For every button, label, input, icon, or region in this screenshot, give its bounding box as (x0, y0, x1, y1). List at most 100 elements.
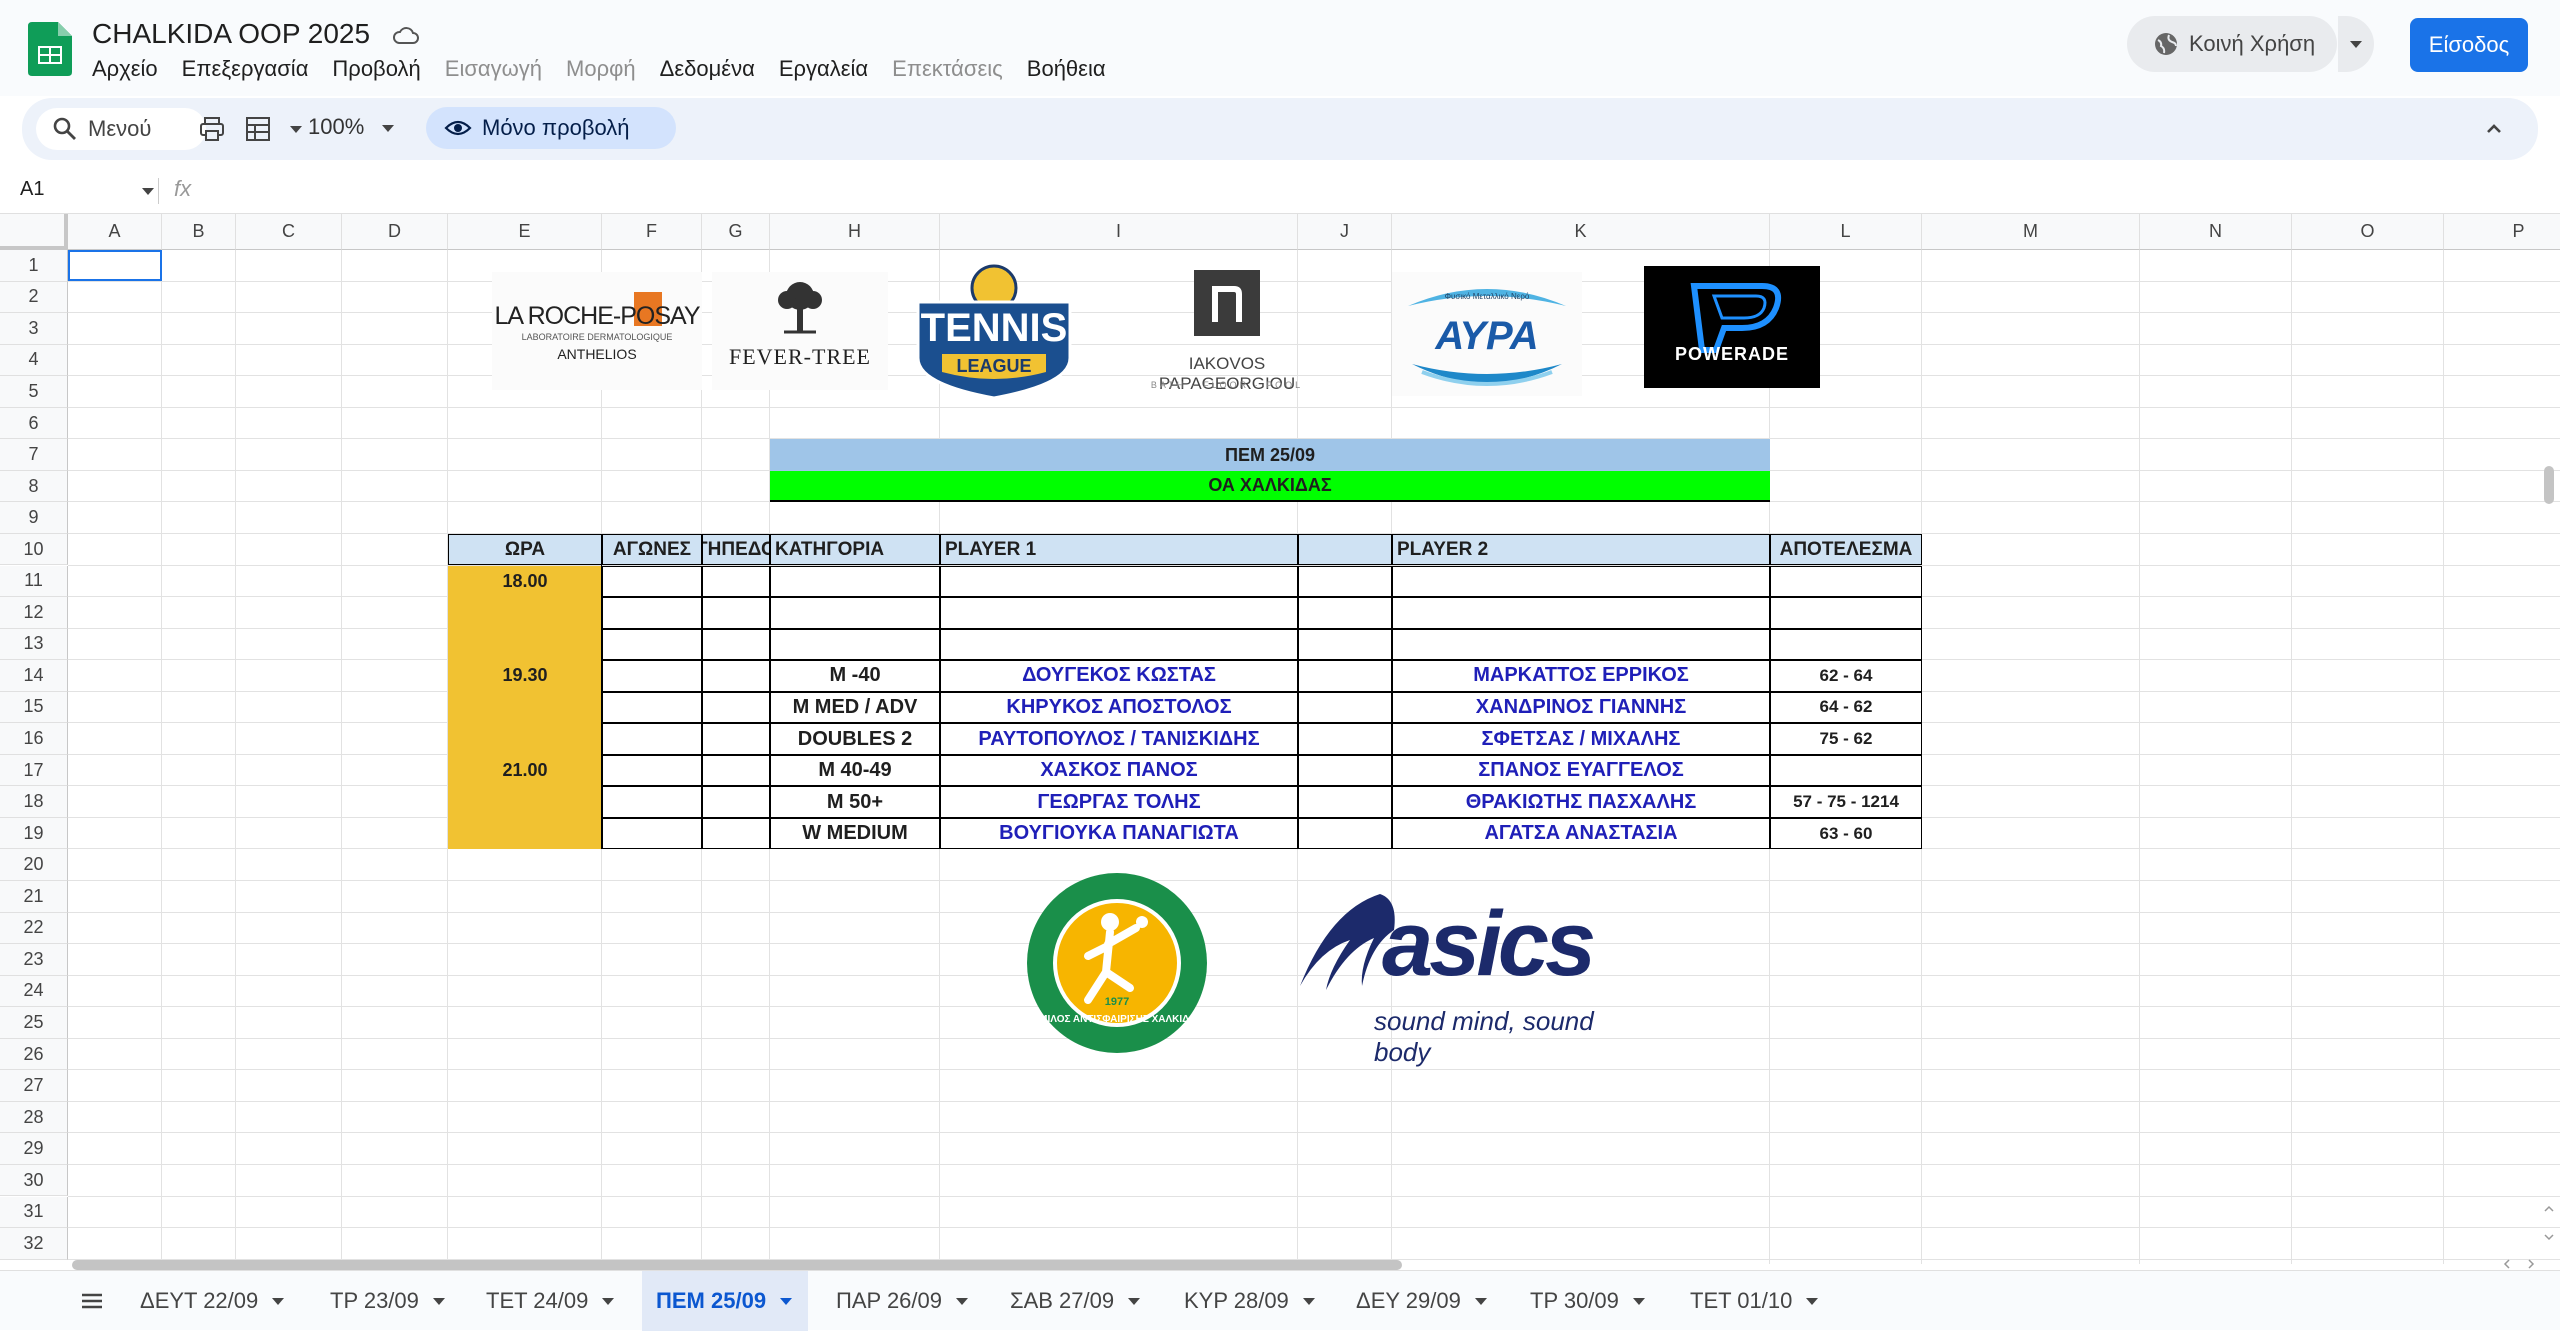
menu-view[interactable]: Προβολή (320, 54, 432, 86)
row-header-28[interactable]: 28 (0, 1101, 68, 1134)
court-cell[interactable] (702, 628, 770, 661)
category-cell[interactable]: M 40-49 (770, 754, 940, 787)
result-cell[interactable] (1770, 597, 1922, 629)
category-cell[interactable]: M 50+ (770, 786, 940, 818)
menu-data[interactable]: Δεδομένα (648, 54, 767, 86)
result-cell[interactable] (1770, 628, 1922, 661)
venue-banner[interactable]: ΟΑ ΧΑΛΚΙΔΑΣ (770, 470, 1770, 503)
result-cell[interactable]: 57 - 75 - 1214 (1770, 786, 1922, 818)
column-header-g[interactable]: G (702, 214, 770, 250)
row-header-5[interactable]: 5 (0, 376, 68, 408)
row-header-3[interactable]: 3 (0, 313, 68, 345)
row-header-20[interactable]: 20 (0, 849, 68, 881)
cloud-saved-icon[interactable] (392, 22, 420, 50)
column-header-c[interactable]: C (236, 214, 342, 250)
player2-cell[interactable] (1392, 565, 1770, 598)
header-player2[interactable]: PLAYER 2 (1392, 533, 1770, 566)
category-cell[interactable] (770, 628, 940, 661)
blank-cell[interactable] (1298, 723, 1392, 755)
blank-cell[interactable] (1298, 597, 1392, 629)
row-header-14[interactable]: 14 (0, 660, 68, 692)
menu-format[interactable]: Μορφή (554, 54, 648, 86)
share-dropdown[interactable] (2338, 16, 2374, 72)
header-player1[interactable]: PLAYER 1 (940, 533, 1298, 566)
row-header-24[interactable]: 24 (0, 975, 68, 1008)
matches-cell[interactable] (602, 597, 702, 629)
player2-cell[interactable] (1392, 597, 1770, 629)
row-header-27[interactable]: 27 (0, 1070, 68, 1102)
row-header-30[interactable]: 30 (0, 1164, 68, 1197)
row-header-18[interactable]: 18 (0, 786, 68, 818)
date-banner[interactable]: ΠΕΜ 25/09 (770, 439, 1770, 471)
sheets-logo-icon[interactable] (28, 22, 72, 76)
scroll-right-icon[interactable] (2524, 1257, 2538, 1271)
menu-tools[interactable]: Εργαλεία (767, 54, 880, 86)
vertical-scrollbar[interactable] (2544, 466, 2554, 504)
row-header-23[interactable]: 23 (0, 944, 68, 976)
menu-insert[interactable]: Εισαγωγή (433, 54, 554, 86)
blank-cell[interactable] (1298, 691, 1392, 724)
column-header-l[interactable]: L (1770, 214, 1922, 250)
sheet-tab[interactable]: ΣΑΒ 27/09 (996, 1271, 1156, 1331)
result-cell[interactable] (1770, 754, 1922, 787)
row-header-25[interactable]: 25 (0, 1007, 68, 1039)
time-cell[interactable] (448, 786, 602, 818)
category-cell[interactable]: M -40 (770, 660, 940, 692)
menu-edit[interactable]: Επεξεργασία (170, 54, 321, 86)
row-header-10[interactable]: 10 (0, 533, 68, 566)
row-header-7[interactable]: 7 (0, 439, 68, 471)
menu-extensions[interactable]: Επεκτάσεις (880, 54, 1015, 86)
signin-button[interactable]: Είσοδος (2410, 18, 2528, 72)
player1-cell[interactable] (940, 597, 1298, 629)
header-result[interactable]: ΑΠΟΤΕΛΕΣΜΑ (1770, 533, 1922, 566)
player1-cell[interactable]: ΡΑΥΤΟΠΟΥΛΟΣ / ΤΑΝΙΣΚΙΔΗΣ (940, 723, 1298, 755)
time-cell[interactable] (448, 723, 602, 755)
result-cell[interactable]: 62 - 64 (1770, 660, 1922, 692)
matches-cell[interactable] (602, 628, 702, 661)
column-header-d[interactable]: D (342, 214, 448, 250)
chevron-down-icon[interactable] (602, 1297, 615, 1305)
court-cell[interactable] (702, 786, 770, 818)
sheet-tab[interactable]: ΤΡ 30/09 (1516, 1271, 1661, 1331)
category-cell[interactable] (770, 565, 940, 598)
row-header-8[interactable]: 8 (0, 470, 68, 503)
matches-cell[interactable] (602, 723, 702, 755)
chevron-down-icon[interactable] (272, 1297, 285, 1305)
sheet-tab[interactable]: ΔΕΥΤ 22/09 (126, 1271, 300, 1331)
share-button[interactable]: Κοινή Χρήση (2127, 16, 2337, 72)
header-blank[interactable] (1298, 533, 1392, 566)
blank-cell[interactable] (1298, 660, 1392, 692)
blank-cell[interactable] (1298, 565, 1392, 598)
matches-cell[interactable] (602, 565, 702, 598)
court-cell[interactable] (702, 691, 770, 724)
matches-cell[interactable] (602, 660, 702, 692)
row-header-32[interactable]: 32 (0, 1228, 68, 1260)
matches-cell[interactable] (602, 786, 702, 818)
row-header-16[interactable]: 16 (0, 723, 68, 755)
sheet-tab[interactable]: ΤΕΤ 24/09 (472, 1271, 630, 1331)
column-header-h[interactable]: H (770, 214, 940, 250)
name-box[interactable]: A1 (20, 178, 44, 201)
player1-cell[interactable]: ΔΟΥΓΕΚΟΣ ΚΩΣΤΑΣ (940, 660, 1298, 692)
category-cell[interactable]: DOUBLES 2 (770, 723, 940, 755)
court-cell[interactable] (702, 817, 770, 850)
chevron-down-icon[interactable] (1128, 1297, 1141, 1305)
format-table-icon[interactable] (244, 115, 272, 143)
row-header-15[interactable]: 15 (0, 691, 68, 724)
court-cell[interactable] (702, 754, 770, 787)
horizontal-scrollbar[interactable] (72, 1260, 1402, 1270)
time-cell[interactable] (448, 597, 602, 629)
document-title[interactable]: CHALKIDA OOP 2025 (92, 18, 370, 50)
matches-cell[interactable] (602, 754, 702, 787)
header-court[interactable]: ΓΗΠΕΔΟ (702, 533, 770, 566)
chevron-down-icon[interactable] (1806, 1297, 1819, 1305)
row-header-2[interactable]: 2 (0, 281, 68, 314)
column-header-k[interactable]: K (1392, 214, 1770, 250)
row-header-26[interactable]: 26 (0, 1038, 68, 1071)
chevron-down-icon[interactable] (1474, 1297, 1487, 1305)
player2-cell[interactable]: ΘΡΑΚΙΩΤΗΣ ΠΑΣΧΑΛΗΣ (1392, 786, 1770, 818)
sheet-tab[interactable]: ΚΥΡ 28/09 (1170, 1271, 1331, 1331)
header-category[interactable]: ΚΑΤΗΓΟΡΙΑ (770, 533, 940, 566)
result-cell[interactable]: 64 - 62 (1770, 691, 1922, 724)
sheet-tab[interactable]: ΔΕΥ 29/09 (1342, 1271, 1503, 1331)
